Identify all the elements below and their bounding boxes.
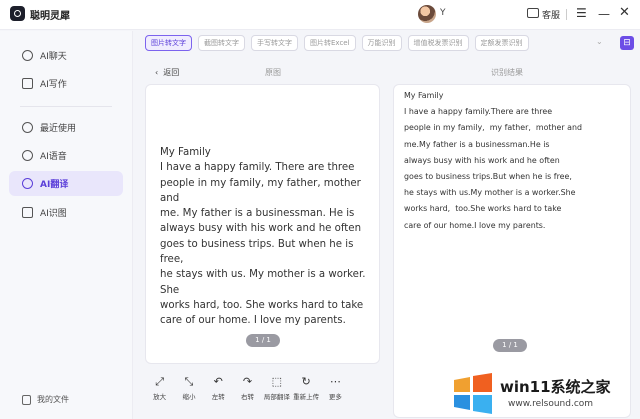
back-label: 返回	[163, 68, 180, 77]
chat-icon	[22, 50, 33, 61]
zoom-out-icon: ⤡	[184, 375, 194, 388]
sidebar-item-label: AI写作	[40, 80, 67, 90]
edit-icon	[22, 78, 33, 89]
result-page-indicator: 1 / 1	[493, 339, 527, 352]
rotate-left-button[interactable]: ↶ 左转	[204, 375, 233, 405]
tool-label: 右转	[241, 393, 255, 401]
translate-icon	[22, 178, 33, 189]
sidebar-item-label: AI翻译	[40, 180, 69, 190]
tab-image-to-text[interactable]: 图片转文字	[145, 35, 192, 51]
image-toolbar: ⤢ 放大 ⤡ 缩小 ↶ 左转 ↷ 右转 ⬚ 局部翻译 ↻ 重新上传 ⋯ 更多	[145, 375, 380, 405]
divider	[566, 9, 567, 20]
chevron-left-icon: ‹	[155, 68, 159, 77]
tool-label: 局部翻译	[263, 393, 290, 401]
my-files-label: 我的文件	[37, 395, 69, 404]
sidebar-item-recent[interactable]: 最近使用	[9, 115, 123, 140]
sidebar-item-label: AI聊天	[40, 52, 67, 62]
file-icon	[22, 394, 31, 405]
original-image-text: My Family I have a happy family. There a…	[160, 147, 366, 327]
sidebar-item-label: AI语音	[40, 152, 67, 162]
avatar[interactable]	[418, 5, 436, 23]
sidebar-item-ai-translate[interactable]: AI翻译	[9, 171, 123, 196]
partial-translate-icon: ⬚	[271, 375, 283, 388]
partial-translate-button[interactable]: ⬚ 局部翻译	[262, 375, 291, 405]
tool-label: 缩小	[182, 393, 196, 401]
zoom-in-icon: ⤢	[155, 375, 165, 388]
sidebar-item-label: AI识图	[40, 209, 67, 219]
collapse-icon[interactable]: ⊟	[620, 36, 634, 50]
result-text[interactable]: My Family I have a happy family.There ar…	[404, 88, 629, 234]
tool-label: 左转	[211, 393, 225, 401]
original-header: 原图	[265, 68, 281, 77]
result-panel: My Family I have a happy family.There ar…	[393, 84, 631, 418]
original-image-panel: My Family I have a happy family. There a…	[145, 84, 380, 364]
tab-handwriting-to-text[interactable]: 手写转文字	[251, 35, 298, 51]
tab-fixed-invoice[interactable]: 定额发票识别	[474, 35, 529, 51]
menu-icon[interactable]: ☰	[576, 7, 587, 19]
customer-service-icon[interactable]	[527, 8, 539, 18]
tool-label: 重新上传	[293, 393, 320, 401]
result-header: 识别结果	[491, 68, 523, 77]
audio-icon	[22, 150, 33, 161]
more-icon: ⋯	[329, 375, 341, 388]
my-files-button[interactable]: 我的文件	[22, 394, 69, 405]
divider	[20, 106, 112, 107]
minimize-icon[interactable]: —	[598, 7, 610, 21]
tab-image-to-excel[interactable]: 图片转Excel	[304, 35, 356, 51]
mode-tabs: 图片转文字 截图转文字 手写转文字 图片转Excel 万能识别 增值税发票识别 …	[145, 35, 529, 51]
tab-vat-invoice[interactable]: 增值税发票识别	[407, 35, 469, 51]
windows-logo-icon	[454, 373, 492, 414]
app-title: 聪明灵犀	[30, 11, 70, 22]
rotate-left-icon: ↶	[213, 375, 223, 388]
top-bar: 聪明灵犀 Y 客服 ☰ — ✕	[0, 0, 640, 30]
reupload-icon: ↻	[301, 375, 311, 388]
app-logo-icon	[10, 6, 25, 21]
rotate-right-button[interactable]: ↷ 右转	[233, 375, 262, 405]
sidebar: AI聊天 AI写作 最近使用 AI语音 AI翻译 AI识图 我的文件	[0, 31, 133, 419]
sidebar-item-label: 最近使用	[40, 124, 77, 134]
sidebar-item-ai-image-recognition[interactable]: AI识图	[9, 200, 123, 225]
close-icon[interactable]: ✕	[619, 5, 630, 20]
more-button[interactable]: ⋯ 更多	[321, 375, 350, 405]
sidebar-item-ai-writing[interactable]: AI写作	[9, 71, 123, 96]
sidebar-item-ai-chat[interactable]: AI聊天	[9, 43, 123, 68]
tool-label: 更多	[328, 393, 342, 401]
watermark-url: www.relsound.com	[508, 399, 594, 409]
zoom-out-button[interactable]: ⤡ 缩小	[174, 375, 203, 405]
image-recognition-icon	[22, 207, 33, 218]
watermark-title: win11系统之家	[500, 378, 611, 396]
reupload-button[interactable]: ↻ 重新上传	[291, 375, 320, 405]
chevron-down-icon[interactable]: ⌄	[596, 37, 603, 46]
history-icon	[22, 122, 33, 133]
sidebar-item-ai-voice[interactable]: AI语音	[9, 143, 123, 168]
original-page-indicator: 1 / 1	[246, 334, 280, 347]
zoom-in-button[interactable]: ⤢ 放大	[145, 375, 174, 405]
rotate-right-icon: ↷	[242, 375, 253, 388]
customer-service-button[interactable]: 客服	[542, 8, 560, 21]
back-button[interactable]: ‹ 返回	[155, 67, 179, 78]
tab-universal-recognition[interactable]: 万能识别	[361, 35, 402, 51]
tab-screenshot-to-text[interactable]: 截图转文字	[198, 35, 245, 51]
user-name[interactable]: Y	[440, 8, 446, 18]
tool-label: 放大	[153, 393, 167, 401]
